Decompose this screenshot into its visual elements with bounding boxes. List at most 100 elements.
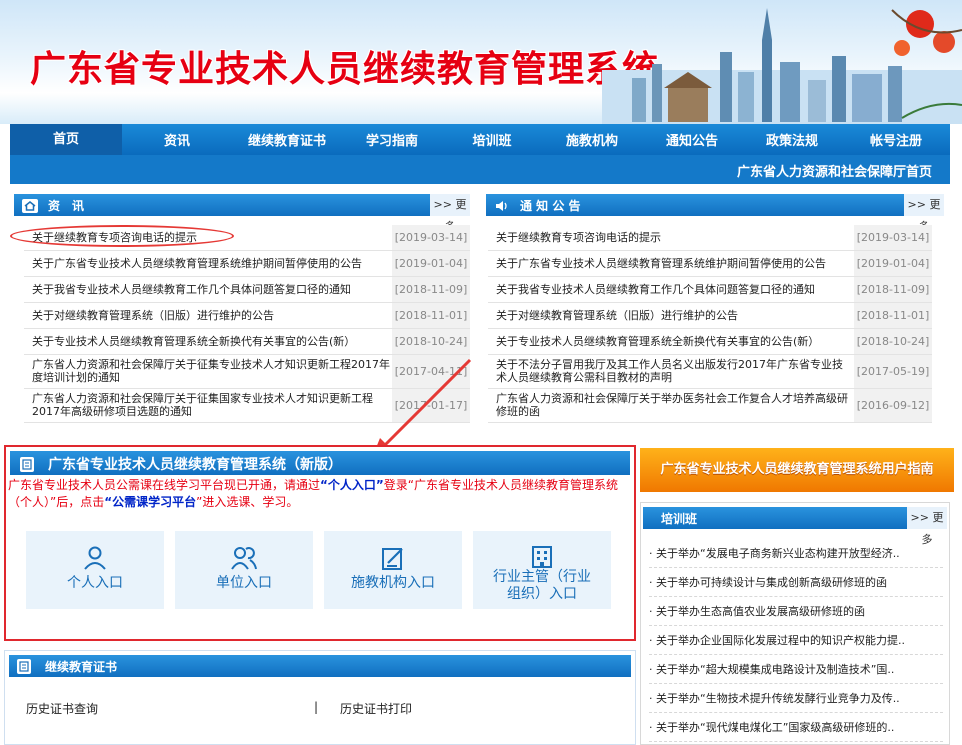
hrss-home-link[interactable]: 广东省人力资源和社会保障厅首页	[737, 161, 932, 180]
list-item: 关于不法分子冒用我厅及其工作人员名义出版发行2017年广东省专业技术人员继续教育…	[488, 355, 932, 389]
news-panel-header: 资 讯 >> 更多	[14, 194, 470, 233]
edit-icon	[382, 548, 403, 570]
training-item[interactable]: · 关于举办“生物技术提升传统发酵行业竞争力及传..	[649, 684, 943, 713]
unit-entry-label: 单位入口	[216, 575, 272, 591]
user-guide-button[interactable]: 广东省专业技术人员继续教育管理系统用户指南	[640, 448, 954, 492]
document-icon	[17, 659, 31, 674]
notice-text: ”进入选课、学习。	[196, 495, 299, 509]
notice-title[interactable]: 关于对继续教育管理系统（旧版）进行维护的公告	[496, 309, 852, 322]
document-icon	[20, 456, 34, 472]
list-item: 关于对继续教育管理系统（旧版）进行维护的公告 [2018-11-01]	[488, 303, 932, 329]
notice-title[interactable]: 广东省人力资源和社会保障厅关于举办医务社会工作复合人才培养高级研修班的函	[496, 392, 852, 418]
news-title[interactable]: 广东省人力资源和社会保障厅关于征集专业技术人才知识更新工程2017年度培训计划的…	[32, 358, 390, 384]
notice-date: [2019-01-04]	[854, 251, 932, 276]
certificate-panel-title: 继续教育证书	[45, 660, 118, 674]
nav-news[interactable]: 资讯	[122, 130, 232, 149]
news-date: [2018-10-24]	[392, 329, 470, 354]
speaker-icon	[496, 200, 507, 211]
training-item[interactable]: · 关于举办“发展电子商务新兴业态构建开放型经济..	[649, 539, 943, 568]
site-title: 广东省专业技术人员继续教育管理系统	[30, 48, 660, 90]
training-item[interactable]: · 关于举办可持续设计与集成创新高级研修班的函	[649, 568, 943, 597]
training-item[interactable]: · 关于举办企业国际化发展过程中的知识产权能力提..	[649, 626, 943, 655]
list-item: 关于我省专业技术人员继续教育工作几个具体问题答复口径的通知 [2018-11-09…	[24, 277, 470, 303]
news-date: [2017-01-17]	[392, 389, 470, 422]
notices-more-link[interactable]: >> 更多	[904, 194, 944, 233]
news-more-link[interactable]: >> 更多	[430, 194, 470, 233]
users-icon	[231, 547, 257, 570]
highlight-ellipse	[10, 225, 234, 247]
training-more-link[interactable]: >> 更多	[907, 507, 947, 546]
history-certificate-print-link[interactable]: 历史证书打印	[340, 700, 412, 717]
notice-date: [2018-11-01]	[854, 303, 932, 328]
nav-institutions[interactable]: 施教机构	[542, 130, 642, 149]
training-item[interactable]: · 关于举办“现代煤电煤化工”国家级高级研修班的..	[649, 713, 943, 742]
certificate-panel: 继续教育证书	[4, 650, 636, 745]
nav-home[interactable]: 首页	[10, 124, 122, 155]
personal-entry-label: 个人入口	[67, 575, 123, 591]
news-title[interactable]: 关于对继续教育管理系统（旧版）进行维护的公告	[32, 309, 390, 322]
news-list: 关于继续教育专项咨询电话的提示 [2019-03-14] 关于广东省专业技术人员继…	[24, 225, 470, 423]
news-date: [2019-01-04]	[392, 251, 470, 276]
nav-policies[interactable]: 政策法规	[742, 130, 842, 149]
certificate-panel-header: 继续教育证书	[9, 655, 631, 677]
building-icon	[532, 546, 552, 568]
new-system-title: 广东省专业技术人员继续教育管理系统（新版）	[48, 457, 342, 473]
training-item[interactable]: · 关于举办“超大规模集成电路设计及制造技术”国..	[649, 655, 943, 684]
institution-entry-button[interactable]: 施教机构入口	[324, 531, 462, 609]
list-item: 广东省人力资源和社会保障厅关于征集国家专业技术人才知识更新工程2017年高级研修…	[24, 389, 470, 423]
history-certificate-query-link[interactable]: 历史证书查询	[26, 700, 98, 717]
nav-training[interactable]: 培训班	[442, 130, 542, 149]
notice-date: [2017-05-19]	[854, 355, 932, 388]
notice-date: [2019-03-14]	[854, 225, 932, 250]
city-skyline-image	[602, 8, 962, 124]
news-title[interactable]: 广东省人力资源和社会保障厅关于征集国家专业技术人才知识更新工程2017年高级研修…	[32, 392, 390, 418]
notices-panel-header: 通 知 公 告 >> 更多	[486, 194, 944, 233]
training-panel: 培训班 >> 更多 · 关于举办“发展电子商务新兴业态构建开放型经济.. · 关…	[640, 502, 950, 745]
news-date: [2018-11-09]	[392, 277, 470, 302]
list-item: 关于专业技术人员继续教育管理系统全新换代有关事宜的公告(新） [2018-10-2…	[488, 329, 932, 355]
list-item: 关于继续教育专项咨询电话的提示 [2019-03-14]	[488, 225, 932, 251]
training-item[interactable]: · 关于举办生态高值农业发展高级研修班的函	[649, 597, 943, 626]
nav-certificate[interactable]: 继续教育证书	[232, 130, 342, 149]
personal-entry-button[interactable]: 个人入口	[26, 531, 164, 609]
news-title[interactable]: 关于广东省专业技术人员继续教育管理系统维护期间暂停使用的公告	[32, 257, 390, 270]
news-date: [2017-04-11]	[392, 355, 470, 388]
notice-platform-name: “公需课学习平台	[104, 495, 197, 509]
admin-entry-label-1: 行业主管（行业	[493, 569, 591, 585]
list-item: 关于对继续教育管理系统（旧版）进行维护的公告 [2018-11-01]	[24, 303, 470, 329]
notices-list: 关于继续教育专项咨询电话的提示 [2019-03-14] 关于广东省专业技术人员继…	[488, 225, 932, 423]
nav-study-guide[interactable]: 学习指南	[342, 130, 442, 149]
notice-title[interactable]: 关于不法分子冒用我厅及其工作人员名义出版发行2017年广东省专业技术人员继续教育…	[496, 358, 852, 384]
notice-date: [2018-11-09]	[854, 277, 932, 302]
notice-title[interactable]: 关于继续教育专项咨询电话的提示	[496, 231, 852, 244]
header-banner: 广东省专业技术人员继续教育管理系统	[0, 0, 962, 124]
notice-personal-entry: “个人入口”	[320, 478, 384, 492]
unit-entry-button[interactable]: 单位入口	[175, 531, 313, 609]
training-panel-title: 培训班	[661, 512, 698, 526]
news-date: [2018-11-01]	[392, 303, 470, 328]
notice-title[interactable]: 关于广东省专业技术人员继续教育管理系统维护期间暂停使用的公告	[496, 257, 852, 270]
nav-notices[interactable]: 通知公告	[642, 130, 742, 149]
training-panel-header: 培训班 >> 更多	[643, 507, 947, 546]
new-system-notice: 广东省专业技术人员公需课在线学习平台现已开通，请通过“个人入口”登录“广东省专业…	[8, 477, 630, 511]
notice-title[interactable]: 关于我省专业技术人员继续教育工作几个具体问题答复口径的通知	[496, 283, 852, 296]
list-item: 广东省人力资源和社会保障厅关于举办医务社会工作复合人才培养高级研修班的函 [201…	[488, 389, 932, 423]
notice-date: [2016-09-12]	[854, 389, 932, 422]
list-item: 关于广东省专业技术人员继续教育管理系统维护期间暂停使用的公告 [2019-01-0…	[488, 251, 932, 277]
list-item: 关于我省专业技术人员继续教育工作几个具体问题答复口径的通知 [2018-11-09…	[488, 277, 932, 303]
notice-text: 广东省专业技术人员公需课在线学习平台现已开通，请通过	[8, 478, 321, 492]
notice-title[interactable]: 关于专业技术人员继续教育管理系统全新换代有关事宜的公告(新）	[496, 335, 852, 348]
nav-register[interactable]: 帐号注册	[842, 130, 950, 149]
notices-panel-title: 通 知 公 告	[520, 199, 581, 213]
home-icon	[22, 198, 38, 213]
admin-entry-button[interactable]: 行业主管（行业 组织）入口	[473, 531, 611, 609]
news-title[interactable]: 关于专业技术人员继续教育管理系统全新换代有关事宜的公告(新）	[32, 335, 390, 348]
new-system-panel: 广东省专业技术人员继续教育管理系统（新版） 广东省专业技术人员公需课在线学习平台…	[4, 445, 636, 641]
admin-entry-label-2: 组织）入口	[507, 586, 577, 602]
news-title[interactable]: 关于我省专业技术人员继续教育工作几个具体问题答复口径的通知	[32, 283, 390, 296]
list-item: 广东省人力资源和社会保障厅关于征集专业技术人才知识更新工程2017年度培训计划的…	[24, 355, 470, 389]
user-icon	[84, 546, 106, 570]
news-panel-title: 资 讯	[48, 199, 85, 213]
new-system-header: 广东省专业技术人员继续教育管理系统（新版）	[10, 451, 630, 475]
news-date: [2019-03-14]	[392, 225, 470, 250]
